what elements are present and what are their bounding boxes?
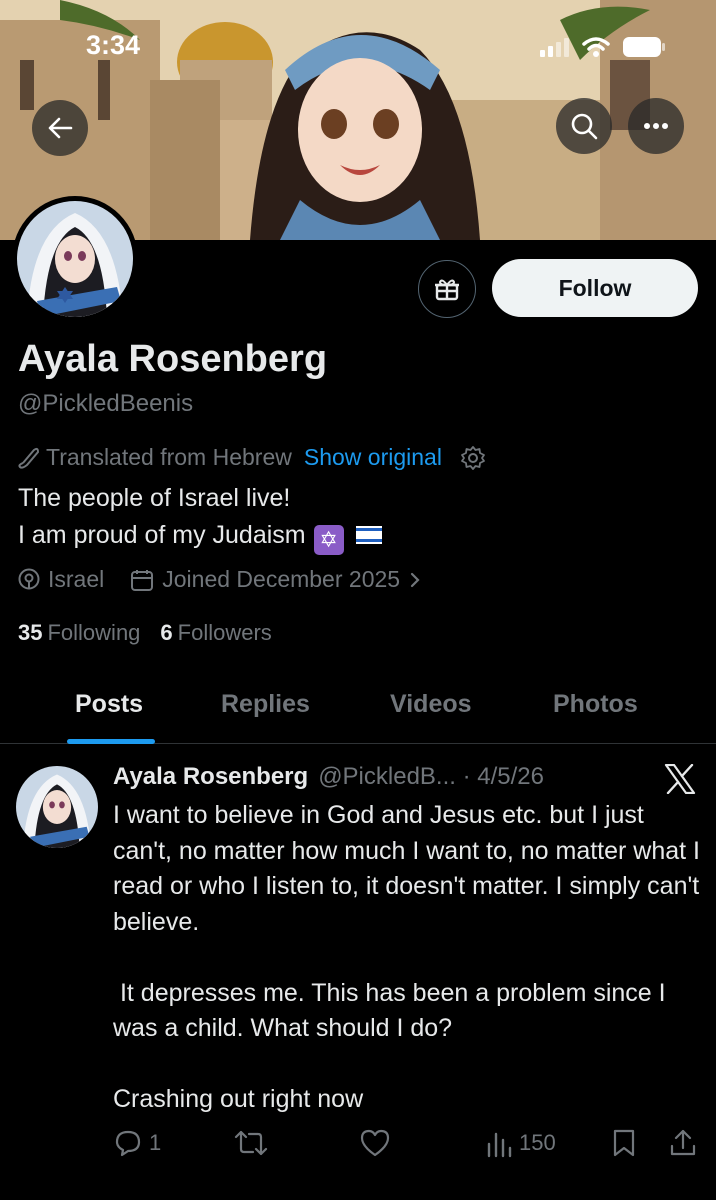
like-icon [360,1129,390,1157]
following-count: 35 [18,620,43,645]
bio-line-2: I am proud of my Judaism [18,521,306,549]
following-link[interactable]: 35 Following [18,620,140,646]
translate-icon [18,447,40,469]
gift-icon [435,279,459,301]
translated-label: Translated from Hebrew [46,444,292,470]
star-of-david-icon: ✡ [313,525,344,555]
search-button[interactable] [556,98,612,154]
share-icon [670,1129,696,1156]
joined-item[interactable]: Joined December 2025 [130,566,422,593]
profile-avatar[interactable] [12,196,138,322]
gift-button[interactable] [418,260,476,318]
post-text: I want to believe in God and Jesus etc. … [113,798,705,1118]
more-button[interactable] [628,98,684,154]
back-arrow-icon [48,117,73,139]
follow-button[interactable]: Follow [492,259,698,317]
bio-line-1: The people of Israel live! [18,484,291,512]
location-item: Israel [18,566,104,593]
location-text: Israel [48,566,105,592]
back-button[interactable] [32,100,88,156]
joined-text: Joined December 2025 [162,566,401,592]
more-icon [644,123,668,129]
repost-button[interactable] [233,1128,269,1158]
bio: The people of Israel live! I am proud of… [18,480,382,555]
profile-meta: Israel Joined December 2025 [18,566,448,593]
translation-row: Translated from Hebrew Show original [18,444,486,471]
post-actions: 1 150 [113,1128,703,1168]
avatar-image [17,201,133,317]
battery-icon [623,37,665,57]
bookmark-button[interactable] [611,1128,637,1158]
post-avatar[interactable] [16,766,98,848]
search-icon [571,113,598,140]
follow-stats: 35 Following 6 Followers [18,620,272,646]
bookmark-icon [613,1129,635,1157]
tab-videos[interactable]: Videos [390,690,472,719]
followers-count: 6 [160,620,173,645]
wifi-icon [582,37,610,57]
x-logo-icon [664,764,696,794]
tab-replies[interactable]: Replies [221,690,310,719]
share-button[interactable] [669,1128,697,1158]
avatar-image [16,766,98,848]
post-author[interactable]: Ayala Rosenberg [113,763,308,791]
reply-count: 1 [149,1130,162,1155]
tab-photos[interactable]: Photos [553,690,638,719]
location-icon [18,568,40,589]
followers-link[interactable]: 6 Followers [160,620,271,646]
post-paragraph: I want to believe in God and Jesus etc. … [113,801,700,936]
following-label: Following [47,620,141,645]
followers-label: Followers [177,620,272,645]
status-time: 3:34 [86,30,141,60]
like-button[interactable] [359,1128,391,1158]
display-name: Ayala Rosenberg [18,338,328,380]
post-paragraph: It depresses me. This has been a problem… [113,978,673,1043]
post-handle-date: @PickledB... · 4/5/26 [318,763,544,790]
status-icons [540,36,666,58]
show-original-link[interactable]: Show original [304,444,442,471]
views-icon [487,1132,512,1158]
post-paragraph: Crashing out right now [113,1085,364,1113]
reply-button[interactable]: 1 [113,1128,161,1158]
repost-icon [234,1130,268,1156]
calendar-icon [131,569,154,591]
post-header: Ayala Rosenberg @PickledB... · 4/5/26 [113,763,544,791]
israel-flag-icon [355,526,382,544]
views-count: 150 [519,1130,556,1155]
reply-icon [115,1130,141,1157]
profile-tabs: Posts Replies Videos Photos [0,672,716,744]
signal-icon [540,38,569,57]
chevron-right-icon [410,572,420,587]
tab-posts[interactable]: Posts [75,690,143,719]
views-button[interactable]: 150 [485,1128,556,1158]
bio-line-2-row: I am proud of my Judaism ✡ [18,517,382,555]
active-tab-indicator [67,739,155,744]
handle: @PickledBeenis [18,390,194,417]
gear-icon[interactable] [460,445,486,471]
